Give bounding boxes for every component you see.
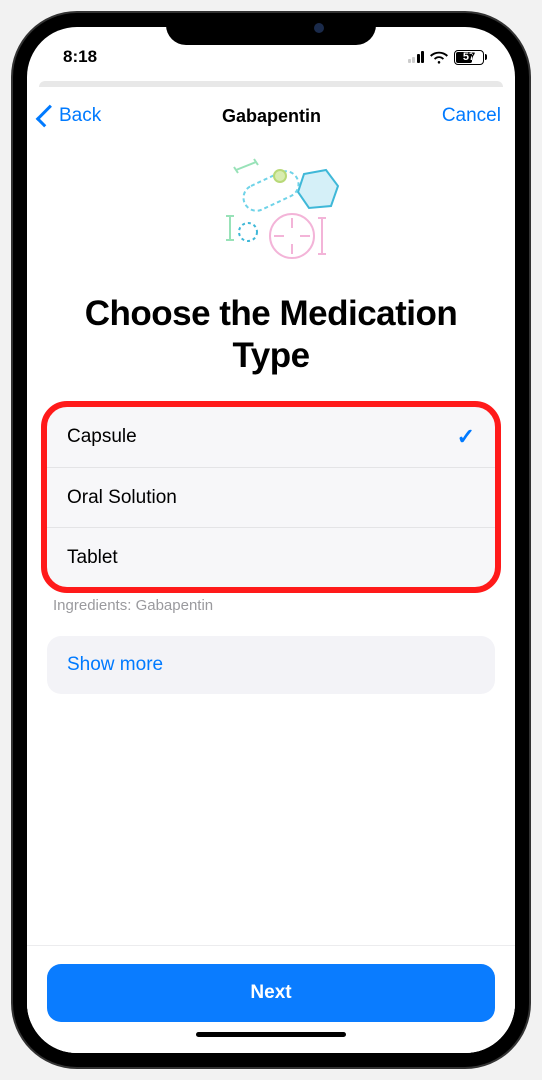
medication-type-group: Capsule ✓ Oral Solution ✓ Tablet ✓ xyxy=(47,407,495,587)
next-button[interactable]: Next xyxy=(47,964,495,1022)
status-right: 57 xyxy=(408,50,488,65)
phone-frame: 8:18 57 Back xyxy=(13,13,529,1067)
ingredients-label: Ingredients: xyxy=(53,597,131,614)
back-button[interactable]: Back xyxy=(41,105,101,127)
nav-bar: Back Gabapentin Cancel xyxy=(27,89,515,143)
content-area: Choose the Medication Type Capsule ✓ Ora… xyxy=(27,143,515,945)
phone-screen: 8:18 57 Back xyxy=(27,27,515,1053)
footer: Next xyxy=(27,945,515,1053)
ingredients-line: Ingredients: Gabapentin xyxy=(47,597,495,614)
type-option-tablet[interactable]: Tablet ✓ xyxy=(47,527,495,587)
medication-type-list: Capsule ✓ Oral Solution ✓ Tablet ✓ xyxy=(47,407,495,587)
type-option-label: Tablet xyxy=(67,547,118,569)
battery-percent: 57 xyxy=(463,51,475,63)
type-option-oral-solution[interactable]: Oral Solution ✓ xyxy=(47,467,495,527)
ingredients-value: Gabapentin xyxy=(136,597,214,614)
chevron-left-icon xyxy=(36,105,59,128)
modal-sheet: Back Gabapentin Cancel xyxy=(27,89,515,1053)
cellular-signal-icon xyxy=(408,51,425,63)
back-label: Back xyxy=(59,105,101,127)
nav-title: Gabapentin xyxy=(222,106,321,127)
medication-illustration xyxy=(47,151,495,271)
background-sheet-edge xyxy=(39,81,503,87)
notch xyxy=(166,13,376,45)
checkmark-icon: ✓ xyxy=(457,424,475,450)
show-more-button[interactable]: Show more xyxy=(47,636,495,694)
battery-icon: 57 xyxy=(454,50,487,65)
cancel-button[interactable]: Cancel xyxy=(442,105,501,127)
home-indicator[interactable] xyxy=(196,1032,346,1037)
type-option-label: Capsule xyxy=(67,426,137,448)
type-option-capsule[interactable]: Capsule ✓ xyxy=(47,407,495,467)
type-option-label: Oral Solution xyxy=(67,487,177,509)
page-heading: Choose the Medication Type xyxy=(47,293,495,377)
wifi-icon xyxy=(430,50,448,64)
status-time: 8:18 xyxy=(63,47,97,67)
